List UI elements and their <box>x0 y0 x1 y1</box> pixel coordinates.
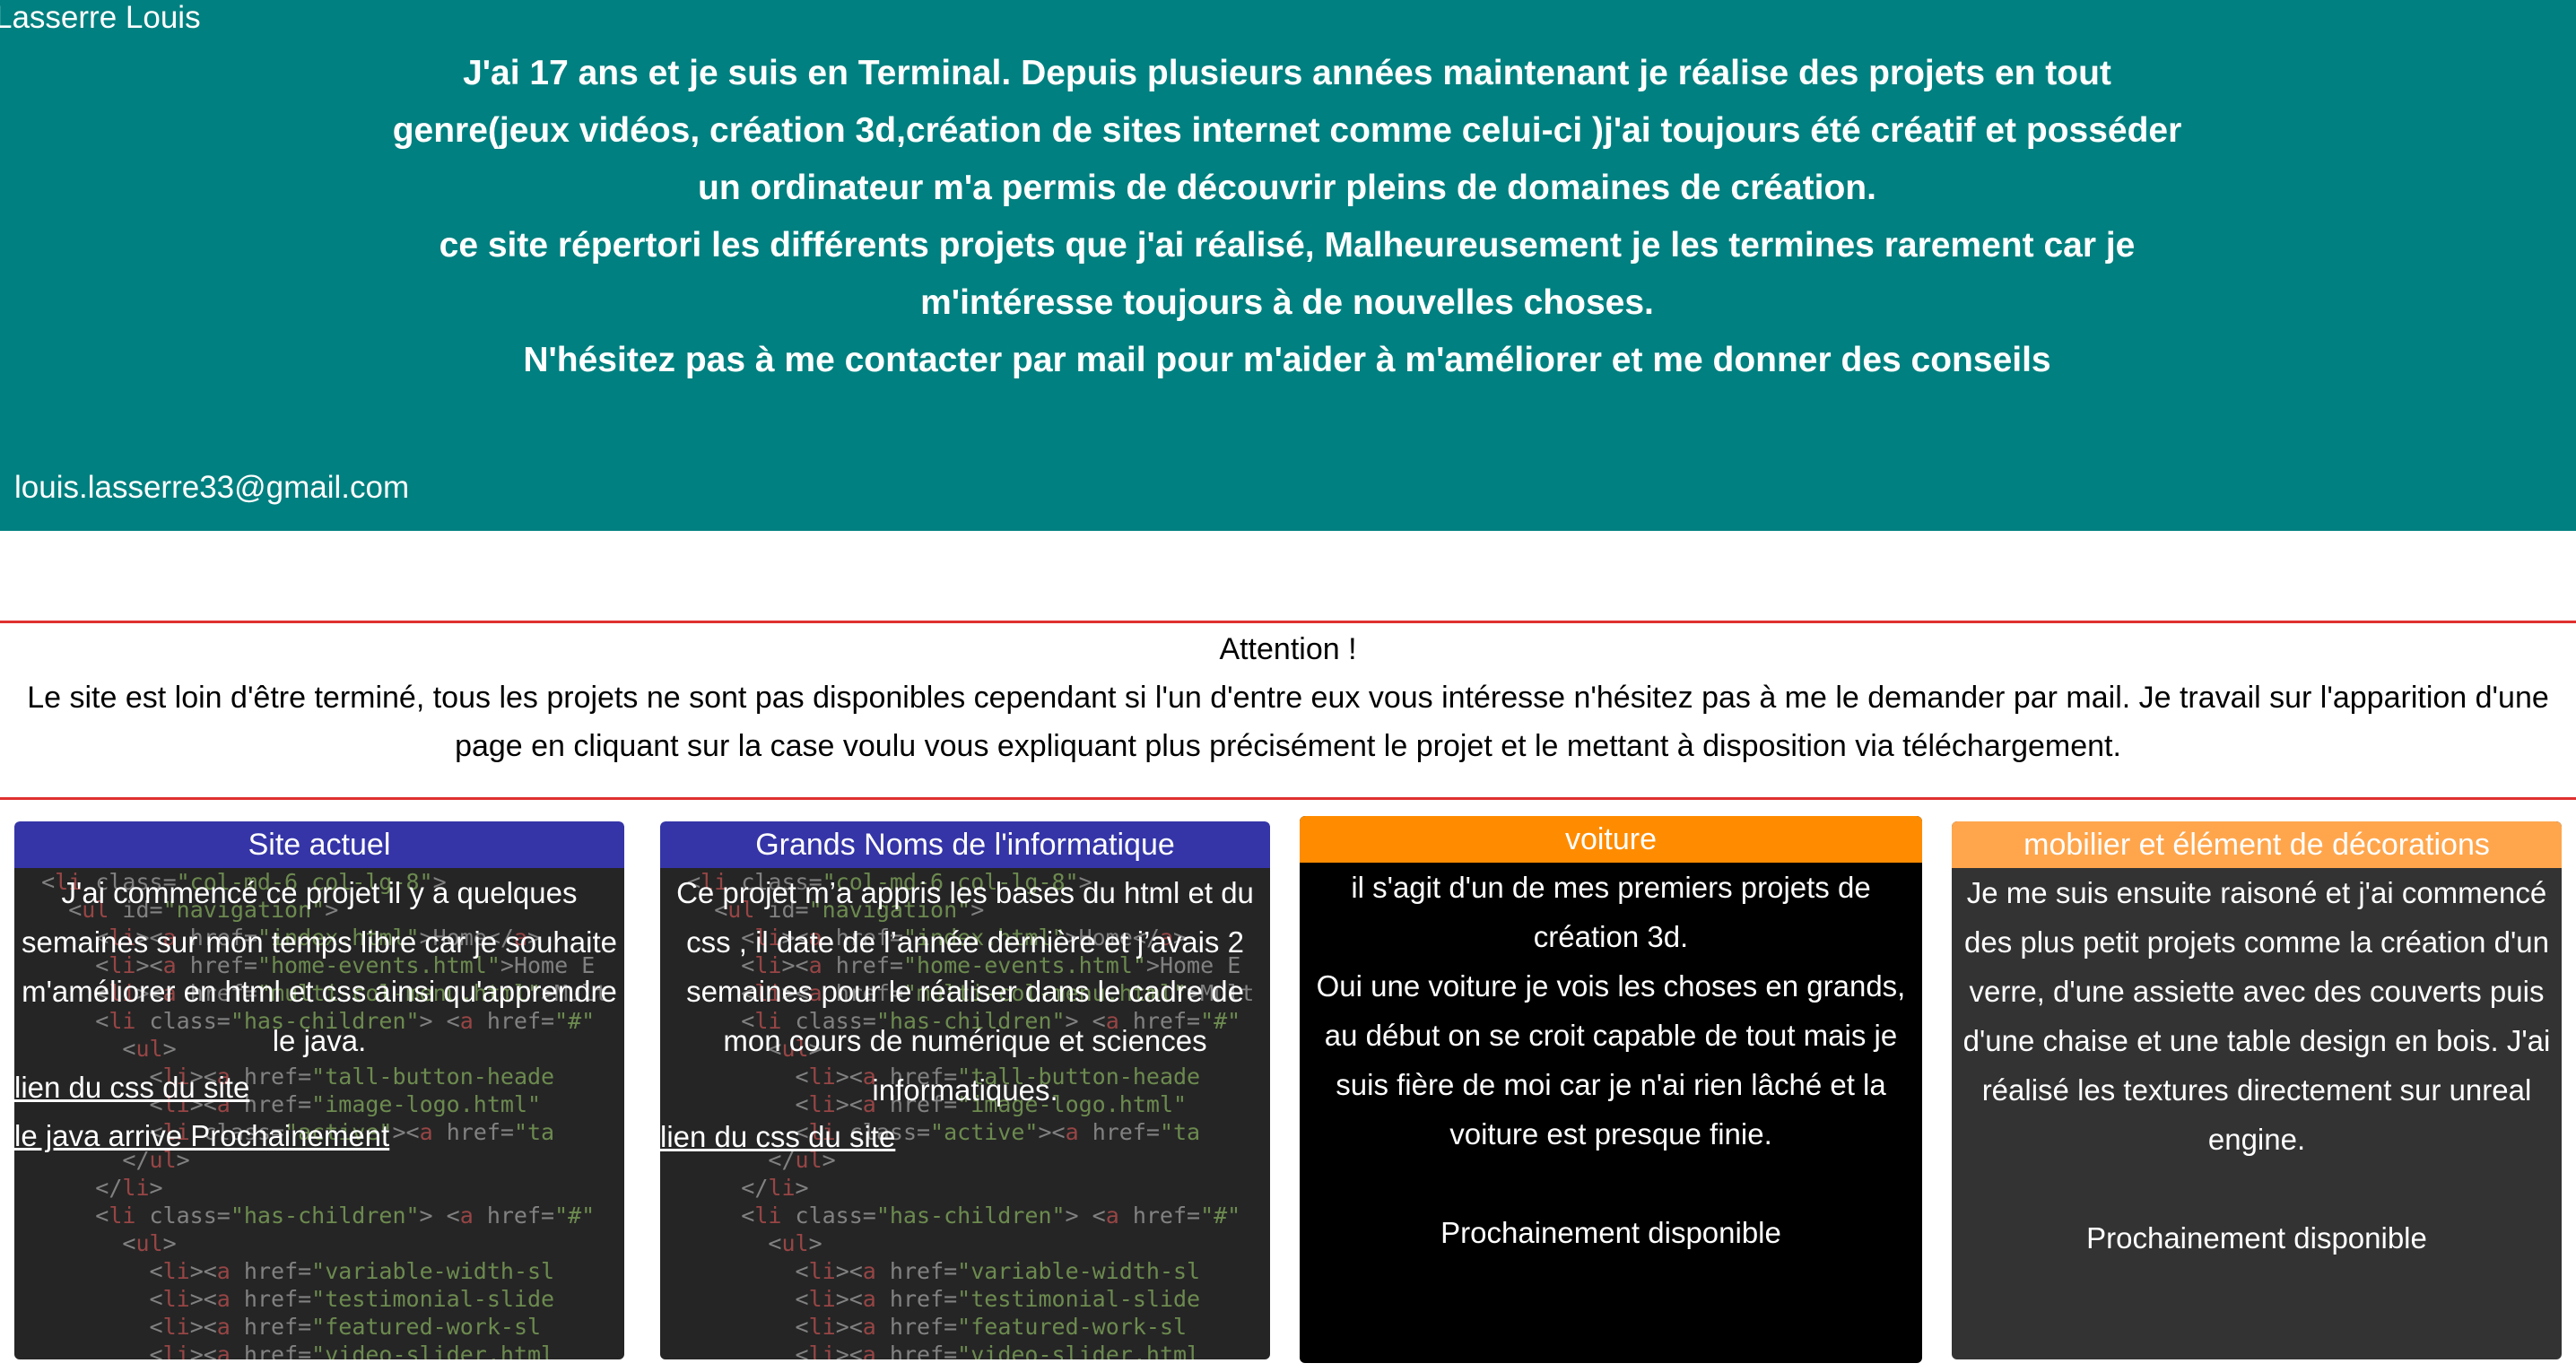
card-body: il s'agit d'un de mes premiers projets d… <box>1300 863 1922 1257</box>
card-body: J'ai commencé ce projet il y a quelques … <box>14 868 624 1160</box>
intro-paragraph-2: ce site répertori les différents projets… <box>439 226 2136 322</box>
intro-paragraph-1: J'ai 17 ans et je suis en Terminal. Depu… <box>392 54 2182 207</box>
availability-status: Prochainement disponible <box>1440 1216 1781 1249</box>
warning-body: Le site est loin d'être terminé, tous le… <box>27 681 2549 763</box>
card-description: il s'agit d'un de mes premiers projets d… <box>1351 871 1871 953</box>
card-description: J'ai commencé ce projet il y a quelques … <box>22 876 617 1057</box>
card-description: Je me suis ensuite raisoné et j'ai comme… <box>1962 876 2551 1156</box>
header: Lasserre Louis J'ai 17 ans et je suis en… <box>0 0 2576 531</box>
project-card-voiture[interactable]: voiture il s'agit d'un de mes premiers p… <box>1300 816 1922 1363</box>
card-description: Ce projet m’a appris les bases du html e… <box>676 876 1254 1107</box>
card-title: Site actuel <box>14 821 624 868</box>
contact-email: louis.lasserre33@gmail.com <box>14 470 410 505</box>
card-title: Grands Noms de l'informatique <box>660 821 1270 868</box>
project-card-site-actuel[interactable]: Site actuel <li class="col-md-6 col-lg-8… <box>14 821 624 1359</box>
warning-banner: Attention ! Le site est loin d'être term… <box>0 621 2576 800</box>
project-card-mobilier[interactable]: mobilier et élément de décorations Je me… <box>1952 821 2562 1359</box>
intro-paragraph-3: N'hésitez pas à me contacter par mail po… <box>523 341 2051 379</box>
card-links: lien du css du site <box>660 1113 1263 1161</box>
java-coming-link[interactable]: le java arrive Prochainement <box>14 1112 617 1160</box>
css-link[interactable]: lien du css du site <box>14 1064 617 1112</box>
card-body: Je me suis ensuite raisoné et j'ai comme… <box>1952 868 2562 1263</box>
project-card-grands-noms[interactable]: Grands Noms de l'informatique <li class=… <box>660 821 1270 1359</box>
site-name: Lasserre Louis <box>0 0 201 35</box>
card-description-2: Oui une voiture je vois les choses en gr… <box>1316 969 1906 1151</box>
availability-status: Prochainement disponible <box>2086 1221 2427 1255</box>
card-links: lien du css du site le java arrive Proch… <box>14 1064 617 1160</box>
card-title: voiture <box>1300 816 1922 863</box>
card-body: Ce projet m’a appris les bases du html e… <box>660 868 1270 1161</box>
css-link[interactable]: lien du css du site <box>660 1113 1263 1161</box>
card-title: mobilier et élément de décorations <box>1952 821 2562 868</box>
warning-title: Attention ! <box>1219 632 1357 666</box>
intro-text: J'ai 17 ans et je suis en Terminal. Depu… <box>386 45 2189 389</box>
